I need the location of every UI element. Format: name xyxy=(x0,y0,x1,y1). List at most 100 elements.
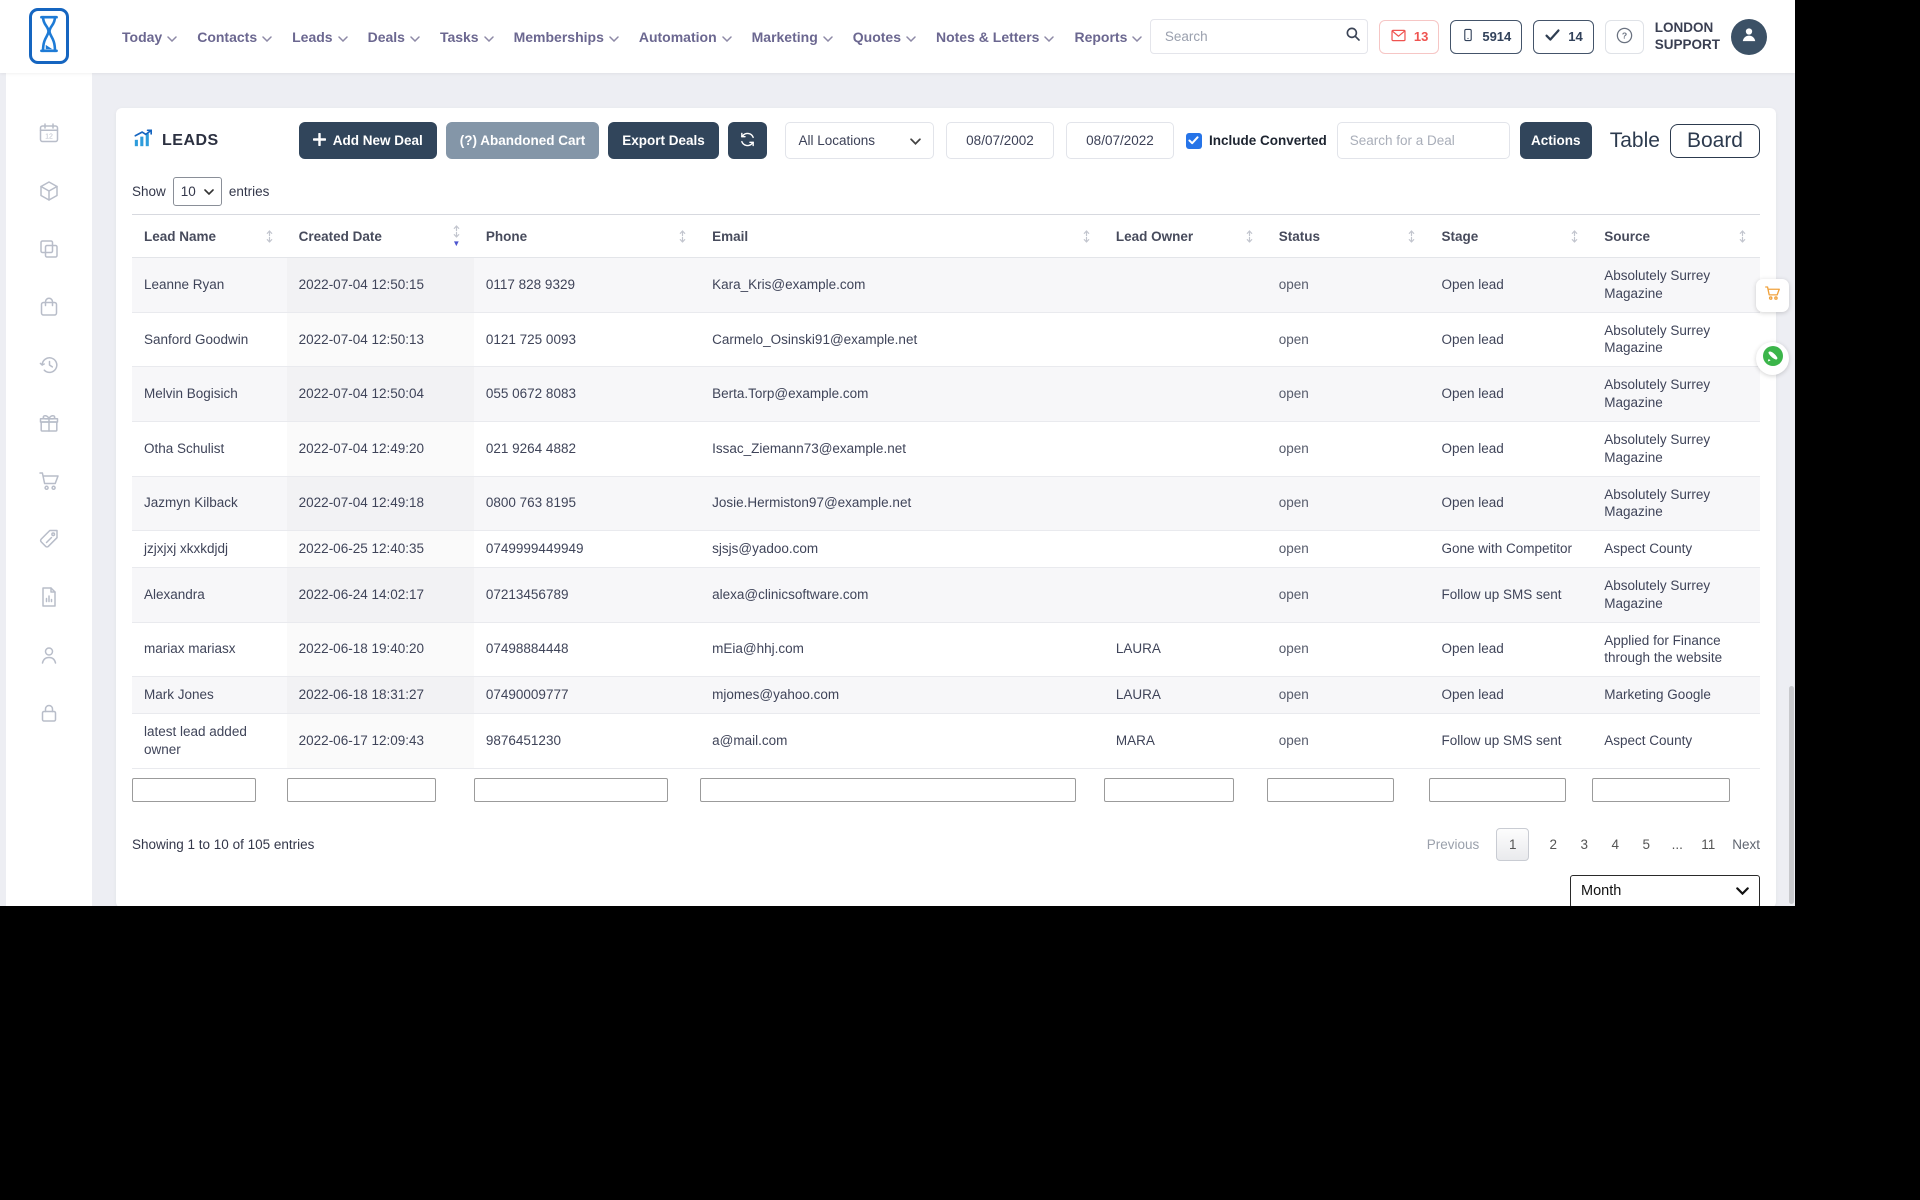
column-header-created-date[interactable]: Created Date ▼ xyxy=(286,214,474,258)
table-row[interactable]: Alexandra 2022-06-24 14:02:17 07213456789 a… xyxy=(132,567,1760,623)
sort-icon[interactable]: ▼ xyxy=(451,224,462,248)
cart-icon xyxy=(37,469,61,498)
sidebar-item-cart[interactable] xyxy=(37,471,61,496)
pagination-page-5[interactable]: 5 xyxy=(1639,837,1653,852)
nav-item-contacts[interactable]: Contacts xyxy=(197,29,272,45)
pagination-next[interactable]: Next xyxy=(1732,837,1760,852)
view-toggle-board[interactable]: Board xyxy=(1669,123,1760,158)
sidebar-item-cube[interactable] xyxy=(37,181,61,206)
table-row[interactable]: mariax mariasx 2022-06-18 19:40:20 0749888… xyxy=(132,622,1760,678)
column-header-lead-name[interactable]: Lead Name xyxy=(132,214,287,258)
column-header-status[interactable]: Status xyxy=(1266,214,1430,258)
date-to-input[interactable] xyxy=(1065,122,1174,159)
sort-icon[interactable] xyxy=(264,229,275,244)
pagination-page-4[interactable]: 4 xyxy=(1608,837,1622,852)
column-header-source[interactable]: Source xyxy=(1592,214,1760,258)
filter-input-phone[interactable] xyxy=(473,777,669,802)
avatar[interactable] xyxy=(1731,18,1767,55)
view-toggle-table[interactable]: Table xyxy=(1610,129,1660,153)
table-row[interactable]: Jazmyn Kilback 2022-07-04 12:49:18 0800 76… xyxy=(132,476,1760,532)
table-row[interactable]: Otha Schulist 2022-07-04 12:49:20 021 9264… xyxy=(132,421,1760,477)
nav-item-leads[interactable]: Leads xyxy=(292,29,348,45)
table-row[interactable]: Mark Jones 2022-06-18 18:31:27 07490009777… xyxy=(132,676,1760,714)
cell-name: Jazmyn Kilback xyxy=(132,476,287,532)
filter-input-created-date[interactable] xyxy=(286,777,437,802)
date-from-input[interactable] xyxy=(945,122,1054,159)
filter-input-lead-owner[interactable] xyxy=(1103,777,1235,802)
filter-input-stage[interactable] xyxy=(1429,777,1567,802)
page-size-select[interactable]: 10 xyxy=(172,177,222,206)
table-row[interactable]: Sanford Goodwin 2022-07-04 12:50:13 0121 7… xyxy=(132,312,1760,368)
calls-badge[interactable]: 5914 xyxy=(1450,19,1523,54)
pagination-page-2[interactable]: 2 xyxy=(1546,837,1560,852)
sidebar-item-tag[interactable] xyxy=(37,529,61,554)
table-row[interactable]: jzjxjxj xkxkdjdj 2022-06-25 12:40:35 07499… xyxy=(132,530,1760,568)
export-deals-button[interactable]: Export Deals xyxy=(608,122,719,159)
actions-button[interactable]: Actions xyxy=(1519,122,1592,159)
nav-item-tasks[interactable]: Tasks xyxy=(440,29,494,45)
sidebar-item-lock[interactable] xyxy=(37,703,61,728)
sort-icon[interactable] xyxy=(677,229,688,244)
filter-input-lead-name[interactable] xyxy=(132,777,256,802)
filter-input-source[interactable] xyxy=(1592,777,1730,802)
nav-item-reports[interactable]: Reports xyxy=(1074,29,1143,45)
column-header-phone[interactable]: Phone xyxy=(473,214,701,258)
table-row[interactable]: Melvin Bogisich 2022-07-04 12:50:04 055 06… xyxy=(132,366,1760,422)
chevron-down-icon xyxy=(1132,29,1143,45)
history-icon xyxy=(37,353,61,382)
sidebar-item-gift[interactable] xyxy=(37,413,61,438)
sort-icon[interactable] xyxy=(1081,229,1092,244)
locations-select[interactable]: All Locations xyxy=(785,122,934,159)
sort-icon[interactable] xyxy=(1569,229,1580,244)
help-badge[interactable]: ? xyxy=(1604,19,1644,54)
sort-icon[interactable] xyxy=(1406,229,1417,244)
nav-item-marketing[interactable]: Marketing xyxy=(752,29,833,45)
sidebar-item-copy[interactable] xyxy=(37,239,61,264)
cell-source: Applied for Finance through the website xyxy=(1592,622,1760,678)
filter-input-email[interactable] xyxy=(700,777,1076,802)
column-header-lead-owner[interactable]: Lead Owner xyxy=(1103,214,1267,258)
floating-whatsapp-button[interactable] xyxy=(1756,342,1789,375)
sort-icon[interactable] xyxy=(1244,229,1255,244)
tasks-badge[interactable]: 14 xyxy=(1533,19,1594,54)
nav-item-deals[interactable]: Deals xyxy=(368,29,420,45)
period-select[interactable]: Month xyxy=(1570,874,1760,906)
messages-badge[interactable]: 13 xyxy=(1378,19,1440,54)
sidebar-item-report[interactable] xyxy=(37,587,61,612)
column-header-stage[interactable]: Stage xyxy=(1429,214,1593,258)
pagination-pages: 1 2 3 4 5... 11 xyxy=(1496,827,1715,861)
floating-cart-button[interactable] xyxy=(1756,279,1789,312)
nav-item-quotes[interactable]: Quotes xyxy=(853,29,916,45)
pagination-page-3[interactable]: 3 xyxy=(1577,837,1591,852)
table-row[interactable]: latest lead added owner 2022-06-17 12:09:… xyxy=(132,713,1760,769)
column-header-email[interactable]: Email xyxy=(700,214,1104,258)
sidebar-item-user[interactable] xyxy=(37,645,61,670)
sort-icon[interactable] xyxy=(1737,229,1748,244)
app-logo[interactable] xyxy=(29,8,69,64)
sidebar-item-calendar[interactable]: 12 xyxy=(37,123,61,148)
abandoned-cart-button[interactable]: (?) Abandoned Cart xyxy=(445,122,600,159)
refresh-button[interactable] xyxy=(727,122,768,159)
deal-search-input[interactable] xyxy=(1336,122,1510,159)
pagination-page-1[interactable]: 1 xyxy=(1496,827,1530,861)
nav-item-notes-letters[interactable]: Notes & Letters xyxy=(936,29,1055,45)
search-icon[interactable] xyxy=(1344,25,1362,48)
sidebar-item-shopping-bag[interactable] xyxy=(37,297,61,322)
account-name[interactable]: LONDON SUPPORT xyxy=(1655,20,1720,54)
cell-stage: Open lead xyxy=(1429,676,1593,714)
include-converted-checkbox[interactable] xyxy=(1185,132,1202,149)
table-row[interactable]: Leanne Ryan 2022-07-04 12:50:15 0117 828 9… xyxy=(132,257,1760,313)
pagination-previous[interactable]: Previous xyxy=(1427,837,1480,852)
global-search[interactable] xyxy=(1149,19,1368,54)
nav-item-today[interactable]: Today xyxy=(122,29,177,45)
sidebar-item-history[interactable] xyxy=(37,355,61,380)
nav-item-memberships[interactable]: Memberships xyxy=(514,29,619,45)
vertical-scrollbar[interactable] xyxy=(1789,686,1794,904)
add-new-deal-button[interactable]: Add New Deal xyxy=(298,122,437,159)
cell-status: open xyxy=(1266,622,1430,678)
filter-input-status[interactable] xyxy=(1266,777,1394,802)
search-input[interactable] xyxy=(1162,28,1344,45)
nav-item-automation[interactable]: Automation xyxy=(639,29,732,45)
pagination-page-11[interactable]: 11 xyxy=(1701,837,1715,852)
top-header: Today Contacts Leads Deals Tasks Memberships A… xyxy=(0,0,1795,73)
